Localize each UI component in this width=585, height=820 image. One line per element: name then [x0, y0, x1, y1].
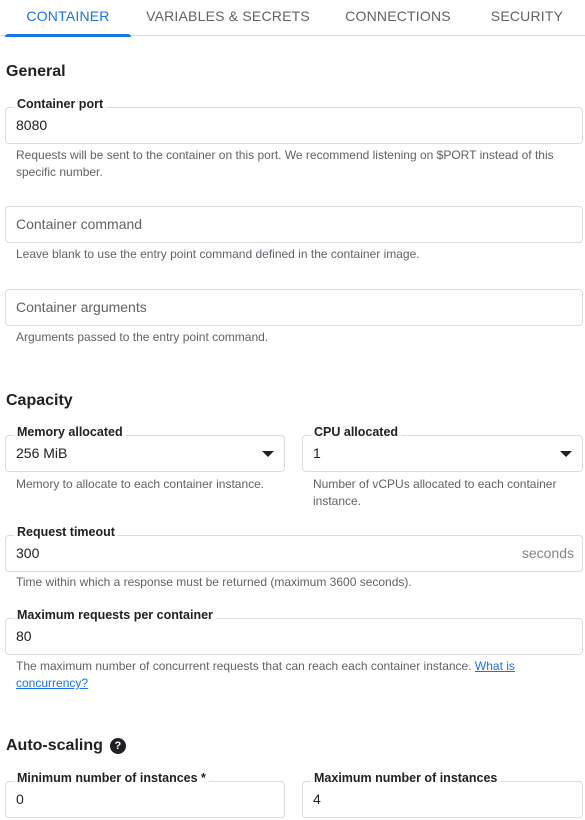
cpu-allocated-label: CPU allocated [311, 424, 402, 440]
container-arguments-field[interactable]: Container arguments [5, 289, 583, 326]
request-timeout-unit: seconds [521, 545, 574, 561]
max-requests-value: 80 [16, 628, 32, 644]
max-requests-field[interactable]: Maximum requests per container 80 [5, 607, 583, 655]
section-title-capacity: Capacity [6, 392, 73, 409]
tab-container[interactable]: CONTAINER [5, 0, 131, 37]
memory-allocated-value: 256 MiB [16, 445, 68, 461]
max-instances-label: Maximum number of instances [311, 770, 501, 786]
tab-bar: CONTAINER VARIABLES & SECRETS CONNECTION… [0, 0, 585, 37]
min-instances-label: Minimum number of instances * [14, 770, 209, 786]
container-command-field[interactable]: Container command [5, 206, 583, 243]
memory-allocated-hint: Memory to allocate to each container ins… [16, 477, 265, 491]
memory-allocated-select[interactable]: Memory allocated 256 MiB [5, 424, 285, 472]
help-circle-icon[interactable]: ? [109, 738, 126, 754]
container-port-label: Container port [14, 96, 107, 112]
cpu-allocated-select[interactable]: CPU allocated 1 [302, 424, 583, 472]
section-title-autoscaling: Auto-scaling ? [6, 737, 126, 755]
min-instances-field[interactable]: Minimum number of instances * 0 [5, 770, 285, 818]
min-instances-value: 0 [16, 791, 24, 807]
request-timeout-field[interactable]: Request timeout 300 seconds [5, 524, 583, 572]
tab-variables-secrets[interactable]: VARIABLES & SECRETS [146, 0, 310, 35]
memory-allocated-label: Memory allocated [14, 424, 126, 440]
container-port-value: 8080 [16, 117, 48, 133]
dropdown-arrow-icon [560, 451, 572, 457]
max-instances-value: 4 [313, 791, 321, 807]
autoscaling-title-text: Auto-scaling [6, 737, 103, 754]
container-arguments-placeholder: Container arguments [16, 299, 147, 315]
section-title-general: General [6, 63, 66, 80]
max-instances-field[interactable]: Maximum number of instances 4 [302, 770, 583, 818]
cpu-allocated-hint: Number of vCPUs allocated to each contai… [313, 477, 557, 508]
container-command-placeholder: Container command [16, 216, 143, 232]
container-port-field[interactable]: Container port 8080 [5, 96, 583, 144]
tab-connections[interactable]: CONNECTIONS [340, 0, 456, 35]
dropdown-arrow-icon [262, 451, 274, 457]
max-requests-hint: The maximum number of concurrent request… [16, 658, 576, 692]
container-port-hint: Requests will be sent to the container o… [16, 148, 554, 179]
request-timeout-value: 300 [16, 545, 40, 561]
tab-security[interactable]: SECURITY [486, 0, 568, 35]
max-requests-label: Maximum requests per container [14, 607, 216, 623]
cpu-allocated-value: 1 [313, 445, 321, 461]
request-timeout-label: Request timeout [14, 524, 118, 540]
max-requests-hint-text: The maximum number of concurrent request… [16, 659, 472, 673]
request-timeout-hint: Time within which a response must be ret… [16, 575, 412, 589]
container-command-hint: Leave blank to use the entry point comma… [16, 247, 420, 261]
container-arguments-hint: Arguments passed to the entry point comm… [16, 330, 269, 344]
